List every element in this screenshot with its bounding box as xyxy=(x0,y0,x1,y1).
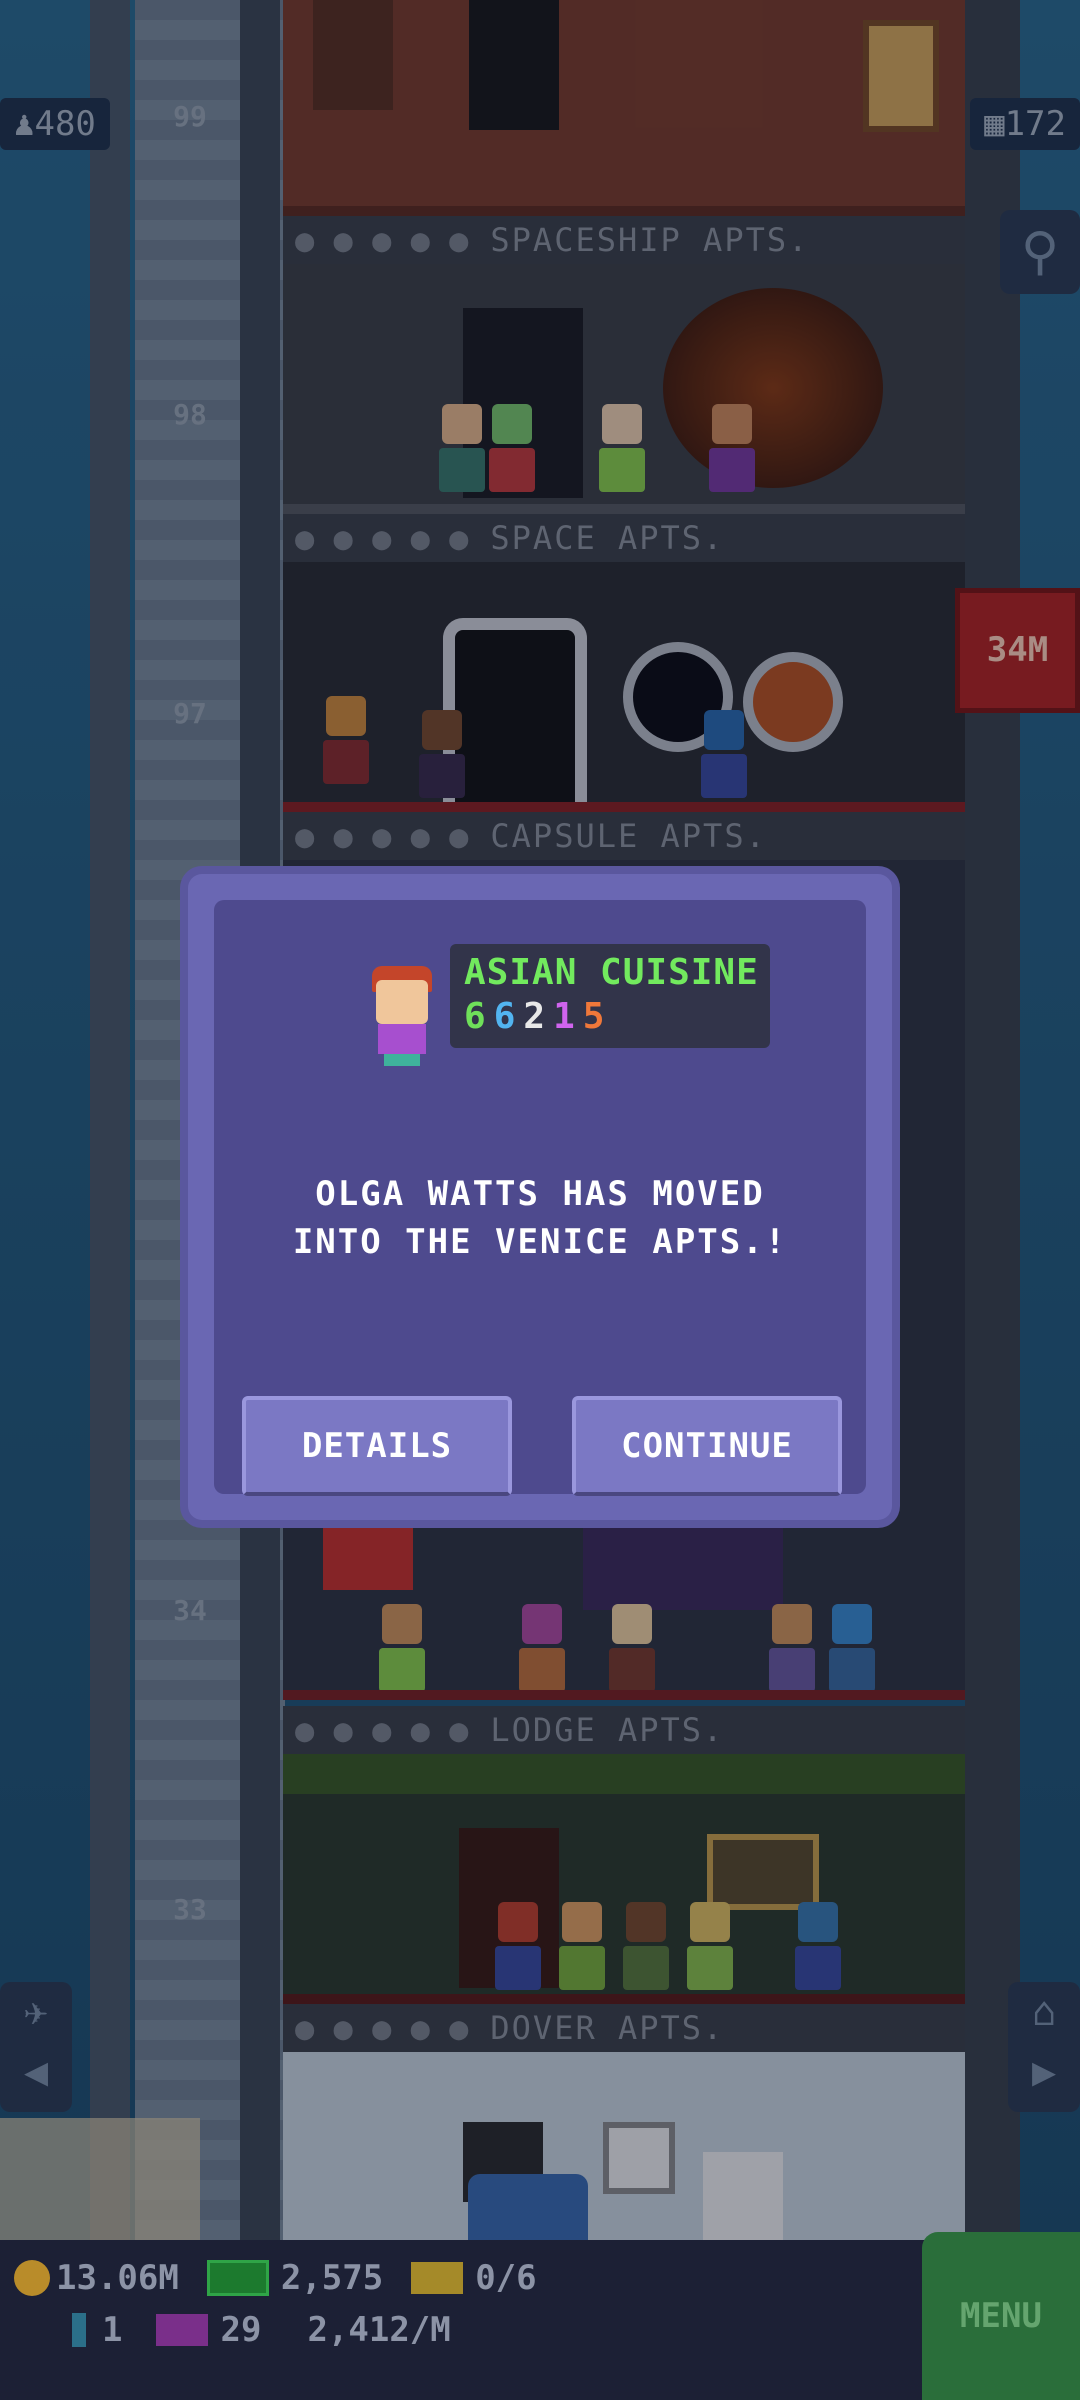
ticket-icon xyxy=(411,2262,464,2294)
bottom-hud: 13.06M 2,575 0/6 1 29 2,412/M xyxy=(0,2240,1080,2400)
skill-stat: 6 xyxy=(493,996,524,1037)
bux-count: 2,575 xyxy=(280,2258,384,2298)
skill-stats: 66215 xyxy=(464,996,612,1037)
menu-button[interactable]: MENU xyxy=(922,2232,1080,2400)
tv-count: 29 xyxy=(220,2310,262,2350)
resident-avatar xyxy=(366,958,438,1070)
key-count: 1 xyxy=(102,2310,123,2350)
currency-row: 13.06M 2,575 0/6 xyxy=(14,2258,537,2298)
key-icon xyxy=(72,2313,86,2347)
stats-row: 1 29 2,412/M xyxy=(14,2310,451,2350)
income-rate: 2,412/M xyxy=(307,2310,451,2350)
skill-stat: 5 xyxy=(582,996,613,1037)
details-button[interactable]: DETAILS xyxy=(242,1396,512,1496)
dialog-panel: ASIAN CUISINE 66215 OLGA WATTS HAS MOVED… xyxy=(214,900,866,1496)
coin-count: 13.06M xyxy=(56,2258,179,2298)
ticket-count: 0/6 xyxy=(475,2258,537,2298)
resident-info-box: ASIAN CUISINE 66215 xyxy=(450,944,770,1048)
skill-stat: 1 xyxy=(553,996,583,1037)
move-in-dialog: ASIAN CUISINE 66215 OLGA WATTS HAS MOVED… xyxy=(188,874,892,1520)
dream-job: ASIAN CUISINE xyxy=(464,952,759,993)
bux-icon xyxy=(206,2260,269,2296)
skill-stat: 2 xyxy=(523,996,554,1037)
coin-icon xyxy=(14,2260,50,2296)
dialog-message: OLGA WATTS HAS MOVED INTO THE VENICE APT… xyxy=(292,1174,788,1262)
tv-icon xyxy=(156,2314,209,2346)
continue-button[interactable]: CONTINUE xyxy=(572,1396,842,1496)
skill-stat: 6 xyxy=(464,996,494,1037)
